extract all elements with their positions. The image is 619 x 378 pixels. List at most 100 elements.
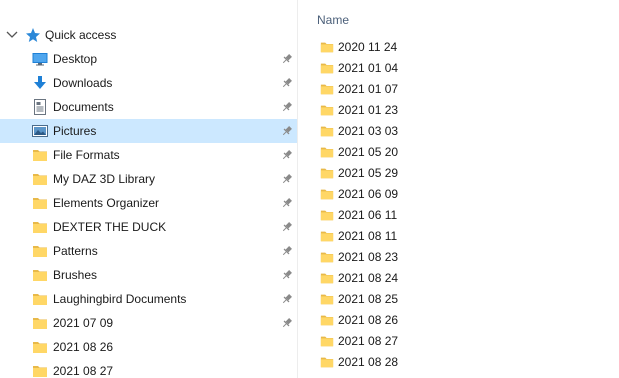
folder-row[interactable]: 2021 01 07 xyxy=(298,79,619,100)
nav-item-documents[interactable]: Documents xyxy=(0,95,297,119)
folder-name: 2021 08 26 xyxy=(338,313,399,327)
folder-name: 2021 03 03 xyxy=(338,124,399,138)
nav-item-label: 2021 08 26 xyxy=(53,340,114,354)
pin-icon[interactable] xyxy=(281,245,293,257)
folder-icon xyxy=(320,166,334,180)
folder-icon xyxy=(32,219,48,235)
pin-icon[interactable] xyxy=(281,221,293,233)
pin-icon[interactable] xyxy=(281,77,293,89)
folder-name: 2021 08 24 xyxy=(338,271,399,285)
nav-item-label: DEXTER THE DUCK xyxy=(53,220,167,234)
quick-access-header[interactable]: Quick access xyxy=(0,23,297,47)
folder-row[interactable]: 2021 08 23 xyxy=(298,247,619,268)
nav-item-label: File Formats xyxy=(53,148,120,162)
folder-icon xyxy=(320,208,334,222)
pictures-icon xyxy=(32,123,48,139)
folder-row[interactable]: 2021 08 26 xyxy=(298,310,619,331)
folder-row[interactable]: 2021 08 27 xyxy=(298,331,619,352)
folder-icon xyxy=(32,171,48,187)
download-arrow-icon xyxy=(32,75,48,91)
folder-name: 2021 01 04 xyxy=(338,61,399,75)
folder-icon xyxy=(32,243,48,259)
nav-item-label: Pictures xyxy=(53,124,97,138)
folder-row[interactable]: 2021 03 03 xyxy=(298,121,619,142)
star-icon xyxy=(25,26,41,44)
folder-icon xyxy=(320,250,334,264)
folder-name: 2021 06 09 xyxy=(338,187,399,201)
folder-name: 2021 08 23 xyxy=(338,250,399,264)
nav-item-label: Desktop xyxy=(53,52,98,66)
nav-item-2021-07-09[interactable]: 2021 07 09 xyxy=(0,311,297,335)
folder-icon xyxy=(320,355,334,369)
nav-item-label: My DAZ 3D Library xyxy=(53,172,156,186)
folder-row[interactable]: 2021 08 24 xyxy=(298,268,619,289)
folder-icon xyxy=(32,363,48,378)
navigation-pane[interactable]: Quick access Desktop Downloads Documents Pi… xyxy=(0,0,297,378)
nav-item-pictures[interactable]: Pictures xyxy=(0,119,297,143)
pin-icon[interactable] xyxy=(281,101,293,113)
nav-item-label: 2021 08 27 xyxy=(53,364,114,378)
pin-icon[interactable] xyxy=(281,269,293,281)
folder-icon xyxy=(320,103,334,117)
folder-row[interactable]: 2021 01 23 xyxy=(298,100,619,121)
nav-item-downloads[interactable]: Downloads xyxy=(0,71,297,95)
nav-item-patterns[interactable]: Patterns xyxy=(0,239,297,263)
folder-name: 2021 08 28 xyxy=(338,355,399,369)
folder-icon xyxy=(320,61,334,75)
folder-row[interactable]: 2021 08 11 xyxy=(298,226,619,247)
folder-row[interactable]: 2021 01 04 xyxy=(298,58,619,79)
folder-row[interactable]: 2021 05 29 xyxy=(298,163,619,184)
folder-icon xyxy=(320,40,334,54)
pin-icon[interactable] xyxy=(281,53,293,65)
folder-row[interactable]: 2021 06 11 xyxy=(298,205,619,226)
pin-icon[interactable] xyxy=(281,317,293,329)
file-list-pane[interactable]: Name 2020 11 24 2021 01 04 2021 01 07 2021 … xyxy=(298,0,619,378)
folder-icon xyxy=(32,315,48,331)
nav-item-dexter-the-duck[interactable]: DEXTER THE DUCK xyxy=(0,215,297,239)
nav-item-label: Documents xyxy=(53,100,114,114)
desktop-icon xyxy=(32,51,48,67)
folder-icon xyxy=(320,145,334,159)
nav-item-label: Downloads xyxy=(53,76,113,90)
folder-icon xyxy=(32,339,48,355)
name-column-header[interactable]: Name xyxy=(317,12,349,28)
folder-name: 2021 01 07 xyxy=(338,82,399,96)
folder-icon xyxy=(320,82,334,96)
folder-icon xyxy=(32,147,48,163)
nav-item-2021-08-26[interactable]: 2021 08 26 xyxy=(0,335,297,359)
pin-icon[interactable] xyxy=(281,293,293,305)
folder-name: 2021 06 11 xyxy=(338,208,398,222)
folder-icon xyxy=(320,187,334,201)
nav-item-file-formats[interactable]: File Formats xyxy=(0,143,297,167)
folder-name: 2021 05 29 xyxy=(338,166,399,180)
nav-item-2021-08-27[interactable]: 2021 08 27 xyxy=(0,359,297,378)
quick-access-label: Quick access xyxy=(45,28,117,42)
folder-name: 2021 05 20 xyxy=(338,145,399,159)
nav-item-laughingbird-documents[interactable]: Laughingbird Documents xyxy=(0,287,297,311)
document-icon xyxy=(32,99,48,115)
folder-name: 2021 08 11 xyxy=(338,229,398,243)
folder-name: 2021 08 25 xyxy=(338,292,399,306)
nav-item-label: Patterns xyxy=(53,244,98,258)
folder-row[interactable]: 2020 11 24 xyxy=(298,37,619,58)
folder-row[interactable]: 2021 08 28 xyxy=(298,352,619,373)
nav-item-my-daz-3d-library[interactable]: My DAZ 3D Library xyxy=(0,167,297,191)
pin-icon[interactable] xyxy=(281,197,293,209)
folder-icon xyxy=(320,334,334,348)
pin-icon[interactable] xyxy=(281,173,293,185)
nav-item-label: Laughingbird Documents xyxy=(53,292,187,306)
nav-item-label: Brushes xyxy=(53,268,98,282)
nav-item-elements-organizer[interactable]: Elements Organizer xyxy=(0,191,297,215)
folder-row[interactable]: 2021 08 25 xyxy=(298,289,619,310)
folder-row[interactable]: 2021 05 20 xyxy=(298,142,619,163)
folder-row[interactable] xyxy=(298,373,619,378)
folder-row[interactable]: 2021 06 09 xyxy=(298,184,619,205)
nav-item-label: Elements Organizer xyxy=(53,196,160,210)
folder-icon xyxy=(320,271,334,285)
nav-item-desktop[interactable]: Desktop xyxy=(0,47,297,71)
pin-icon[interactable] xyxy=(281,125,293,137)
pin-icon[interactable] xyxy=(281,149,293,161)
chevron-down-icon[interactable] xyxy=(5,27,19,43)
nav-item-brushes[interactable]: Brushes xyxy=(0,263,297,287)
folder-icon xyxy=(32,291,48,307)
